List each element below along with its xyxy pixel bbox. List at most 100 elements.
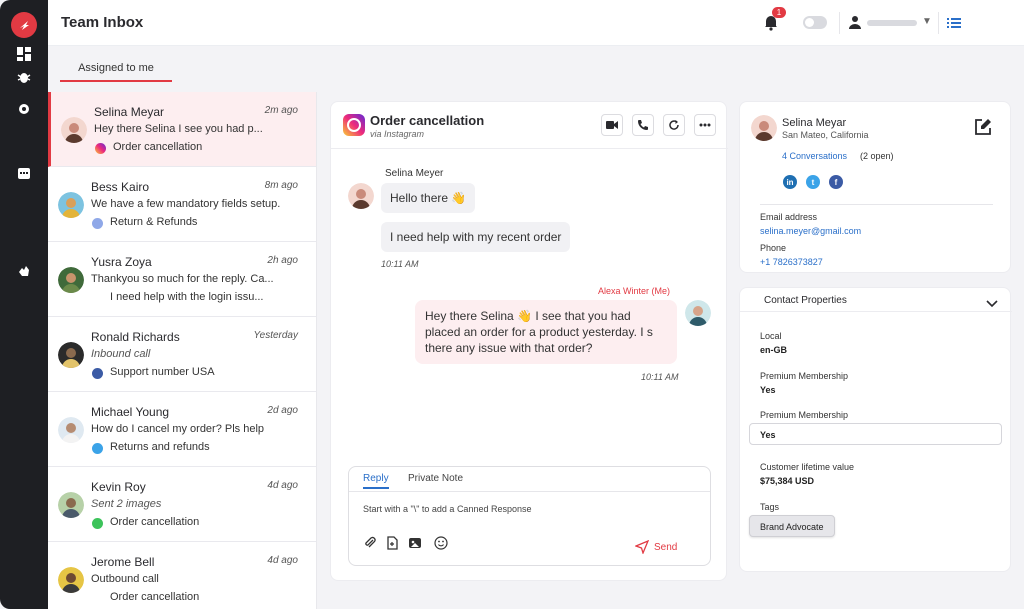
conversation-source: Order cancellation bbox=[113, 141, 203, 153]
open-count: (2 open) bbox=[860, 151, 894, 161]
twitter-icon bbox=[92, 443, 103, 454]
reply-composer: Reply Private Note Start with a "\" to a… bbox=[348, 466, 711, 566]
property-value: Yes bbox=[760, 385, 776, 395]
dashboard-icon[interactable] bbox=[15, 45, 33, 63]
phone-call-button[interactable] bbox=[632, 114, 654, 136]
image-icon[interactable] bbox=[408, 536, 422, 550]
phone-icon bbox=[638, 120, 648, 130]
email-link[interactable]: selina.meyer@gmail.com bbox=[760, 226, 861, 236]
refresh-button[interactable] bbox=[663, 114, 685, 136]
avatar bbox=[751, 115, 777, 141]
conversation-item[interactable]: Jerome Bell 4d ago Outbound call Order c… bbox=[48, 542, 316, 609]
conversation-item[interactable]: Yusra Zoya 2h ago Thankyou so much for t… bbox=[48, 242, 316, 317]
outgoing-message: Hey there Selina 👋 I see that you had pl… bbox=[415, 300, 677, 364]
message-time: 10:11 AM bbox=[641, 372, 679, 382]
notification-badge: 1 bbox=[772, 7, 786, 18]
conversations-link[interactable]: 4 Conversations bbox=[782, 151, 847, 161]
conversation-source: I need help with the login issu... bbox=[110, 291, 264, 303]
property-label: Customer lifetime value bbox=[760, 462, 855, 472]
conversation-item[interactable]: Selina Meyar 2m ago Hey there Selina I s… bbox=[48, 92, 316, 167]
phone-link[interactable]: +1 7826373827 bbox=[760, 257, 823, 267]
page-title: Team Inbox bbox=[61, 14, 144, 31]
contact-name: Yusra Zoya bbox=[91, 255, 152, 269]
tab-reply[interactable]: Reply bbox=[363, 473, 389, 489]
edit-icon[interactable] bbox=[973, 117, 993, 137]
contact-card: Selina Meyar San Mateo, California 4 Con… bbox=[739, 101, 1011, 273]
attachment-icon[interactable] bbox=[363, 536, 377, 550]
facebook-icon bbox=[92, 368, 103, 379]
conversation-item[interactable]: Michael Young 2d ago How do I cancel my … bbox=[48, 392, 316, 467]
chat-panel: Order cancellation via Instagram Selina … bbox=[330, 101, 728, 581]
conversation-source: Order cancellation bbox=[110, 591, 200, 603]
instagram-icon bbox=[343, 114, 365, 136]
property-label: Tags bbox=[760, 502, 780, 512]
properties-header[interactable]: Contact Properties bbox=[740, 288, 1012, 312]
timestamp: 8m ago bbox=[264, 180, 298, 191]
timestamp: 4d ago bbox=[267, 480, 298, 491]
send-button[interactable]: Send bbox=[654, 542, 677, 553]
properties-title: Contact Properties bbox=[764, 295, 847, 306]
tag-chip[interactable]: Brand Advocate bbox=[749, 515, 835, 537]
facebook-icon[interactable]: f bbox=[829, 175, 843, 189]
avatar bbox=[58, 492, 84, 518]
message-preview: Outbound call bbox=[91, 573, 159, 585]
status-toggle[interactable] bbox=[803, 16, 827, 29]
app-logo[interactable] bbox=[11, 12, 37, 38]
contact-name: Jerome Bell bbox=[91, 555, 155, 569]
avatar bbox=[58, 267, 84, 293]
twitter-icon[interactable]: t bbox=[806, 175, 820, 189]
emoji-icon[interactable] bbox=[434, 536, 448, 550]
hand-icon[interactable] bbox=[15, 262, 33, 280]
conversation-item[interactable]: Kevin Roy 4d ago Sent 2 images Order can… bbox=[48, 467, 316, 542]
conversation-source: Support number USA bbox=[110, 366, 215, 378]
reply-input[interactable]: Start with a "\" to add a Canned Respons… bbox=[363, 504, 532, 514]
conversation-item[interactable]: Bess Kairo 8m ago We have a few mandator… bbox=[48, 167, 316, 242]
avatar bbox=[61, 117, 87, 143]
refresh-icon bbox=[669, 120, 679, 130]
list-icon[interactable] bbox=[947, 16, 961, 28]
whatsapp-icon bbox=[92, 518, 103, 529]
avatar bbox=[685, 300, 711, 326]
bug-icon[interactable] bbox=[15, 68, 33, 86]
tab-assigned-to-me[interactable]: Assigned to me bbox=[60, 60, 172, 82]
contact-name: Bess Kairo bbox=[91, 180, 150, 194]
chat-title: Order cancellation bbox=[370, 113, 485, 128]
incoming-message: I need help with my recent order bbox=[381, 222, 571, 252]
settings-icon[interactable] bbox=[15, 100, 33, 118]
agent-name: Alexa Winter (Me) bbox=[598, 286, 671, 296]
property-label: Premium Membership bbox=[760, 371, 849, 381]
message-author: Selina Meyer bbox=[385, 168, 444, 179]
chevron-down-icon[interactable] bbox=[986, 295, 998, 308]
contact-name: Michael Young bbox=[91, 405, 170, 419]
message-preview: Inbound call bbox=[91, 348, 151, 360]
divider bbox=[760, 204, 993, 205]
video-call-button[interactable] bbox=[601, 114, 623, 136]
linkedin-icon[interactable]: in bbox=[783, 175, 797, 189]
message-preview: Hey there Selina I see you had p... bbox=[94, 123, 263, 135]
avatar bbox=[58, 342, 84, 368]
avatar bbox=[348, 183, 374, 209]
user-name-placeholder[interactable] bbox=[867, 20, 917, 26]
contact-name: Kevin Roy bbox=[91, 480, 146, 494]
membership-select[interactable]: Yes bbox=[749, 423, 1002, 445]
document-icon[interactable] bbox=[385, 536, 399, 550]
timestamp: 2h ago bbox=[267, 255, 298, 266]
more-options-button[interactable] bbox=[694, 114, 716, 136]
send-icon[interactable] bbox=[634, 539, 650, 555]
nav-rail bbox=[0, 0, 48, 609]
divider bbox=[938, 12, 939, 34]
timestamp: 2m ago bbox=[264, 105, 298, 116]
contact-properties: Contact Properties Local en-GB Premium M… bbox=[739, 287, 1012, 572]
globe-icon bbox=[92, 218, 103, 229]
timestamp: 4d ago bbox=[267, 555, 298, 566]
contact-name: Selina Meyar bbox=[94, 105, 165, 119]
message-preview: Sent 2 images bbox=[91, 498, 162, 510]
calendar-icon[interactable] bbox=[15, 164, 33, 182]
conversation-item[interactable]: Ronald Richards Yesterday Inbound call S… bbox=[48, 317, 316, 392]
chevron-down-icon[interactable]: ▼ bbox=[922, 16, 932, 27]
more-icon bbox=[699, 123, 711, 127]
phone-label: Phone bbox=[760, 243, 787, 253]
user-icon[interactable] bbox=[848, 15, 862, 29]
tab-private-note[interactable]: Private Note bbox=[408, 473, 463, 484]
avatar bbox=[58, 192, 84, 218]
